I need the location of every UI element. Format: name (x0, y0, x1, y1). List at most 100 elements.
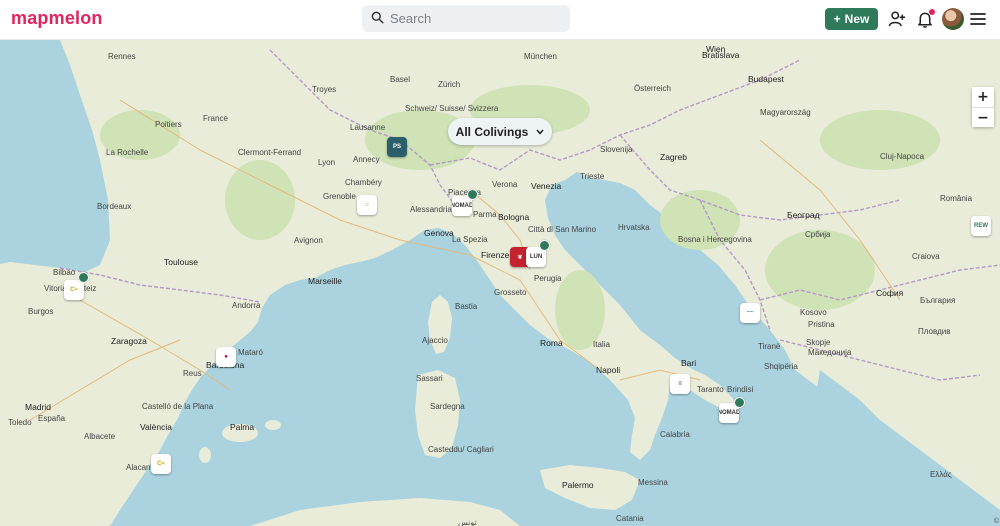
place-palma: Palma (230, 422, 255, 432)
cluster-pin-alessandria[interactable] (467, 189, 478, 200)
place-ellas: Ελλάς (930, 470, 952, 479)
place-craiova: Craiova (912, 252, 940, 261)
place-plovdiv: Пловдив (918, 327, 951, 336)
place-bilbao: Bilbao (53, 268, 76, 277)
place-basel: Basel (390, 75, 411, 84)
place-slovenija: Slovenija (600, 145, 633, 154)
place-cagliari: Casteddu/ Cagliari (428, 445, 494, 454)
place-ajaccio: Ajaccio (422, 336, 448, 345)
zoom-out-button[interactable]: − (972, 107, 994, 127)
place-albacete: Albacete (84, 432, 116, 441)
place-larochelle: La Rochelle (106, 148, 149, 157)
place-romania: România (940, 194, 973, 203)
coliving-filter-dropdown[interactable]: All Colivings (448, 118, 552, 145)
zoom-in-button[interactable]: + (972, 87, 994, 107)
place-kosovo: Kosovo (800, 308, 827, 317)
new-button-label: New (844, 12, 870, 26)
place-poitiers: Poitiers (155, 120, 182, 129)
place-bordeaux: Bordeaux (97, 202, 132, 211)
map-view[interactable]: Rennes Troyes Basel Zürich Schweiz/ Suis… (0, 40, 1000, 526)
place-lyon: Lyon (318, 158, 336, 167)
search-input[interactable] (390, 7, 560, 30)
place-alicante: Alacant (126, 463, 153, 472)
place-shqiperia: Shqipëria (764, 362, 798, 371)
place-firenze: Firenze (481, 250, 510, 260)
marker-bulgaria-coliving[interactable]: REW (971, 216, 991, 236)
place-sardegna: Sardegna (430, 402, 465, 411)
place-makedonija: Македонија (808, 348, 852, 357)
hamburger-menu-icon (970, 13, 986, 25)
place-grosseto: Grosseto (494, 288, 527, 297)
place-clermont: Clermont-Ferrand (238, 148, 302, 157)
search-box[interactable] (362, 5, 570, 32)
marker-alicante-coliving[interactable]: C≈ (151, 454, 171, 474)
place-ostereich: Österreich (634, 84, 671, 93)
marker-chambery-coliving[interactable]: ☼ (357, 195, 377, 215)
place-toulouse: Toulouse (164, 257, 199, 267)
place-budapest: Budapest (748, 74, 784, 84)
place-avignon: Avignon (294, 236, 323, 245)
place-bari: Bari (681, 358, 697, 368)
marker-albania-coliving[interactable]: ~~ (740, 303, 760, 323)
notifications-button[interactable] (914, 8, 936, 30)
place-reus: Reus (183, 369, 202, 378)
place-calabria: Calabria (660, 430, 690, 439)
new-button[interactable]: + New (825, 8, 878, 30)
marker-vitoria-coliving[interactable]: C≈ (64, 280, 84, 300)
place-france: France (203, 114, 228, 123)
cluster-pin-brindisi[interactable] (734, 397, 745, 408)
place-marseille: Marseille (308, 276, 343, 286)
place-hrvatska: Hrvatska (618, 223, 650, 232)
place-annecy: Annecy (353, 155, 380, 164)
place-srbija: Србија (805, 230, 831, 239)
place-beograd: Београд (787, 210, 820, 220)
add-friend-button[interactable] (886, 8, 908, 30)
place-alessandria: Alessandria (410, 205, 452, 214)
place-italia: Italia (593, 340, 610, 349)
place-tirana: Tiranë (758, 342, 781, 351)
place-troyes: Troyes (312, 85, 337, 94)
place-skopje: Skopje (806, 338, 831, 347)
place-zaragoza: Zaragoza (111, 336, 147, 346)
user-plus-icon (888, 11, 905, 27)
cluster-pin-firenze[interactable] (539, 240, 550, 251)
filter-label: All Colivings (455, 124, 529, 139)
map-attribution[interactable]: © (994, 518, 999, 525)
place-bastia: Bastia (455, 302, 478, 311)
place-perugia: Perugia (534, 274, 562, 283)
place-zagreb: Zagreb (660, 152, 687, 162)
place-venezia: Venezia (531, 181, 562, 191)
place-messina: Messina (638, 478, 668, 487)
map-base-layer (0, 40, 1000, 526)
place-balgaria: България (920, 296, 956, 305)
marker-bari-coliving[interactable]: ≡ (670, 374, 690, 394)
place-sassari: Sassari (416, 374, 443, 383)
place-munchen: München (524, 52, 557, 61)
plus-icon: + (833, 12, 841, 26)
cluster-pin-vitoria[interactable] (78, 272, 89, 283)
place-napoli: Napoli (596, 365, 621, 375)
place-cluj: Cluj-Napoca (880, 152, 925, 161)
app-logo[interactable]: mapmelon (11, 8, 103, 29)
place-bosna: Bosna i Hercegovina (678, 235, 752, 244)
place-valencia: València (140, 422, 172, 432)
menu-button[interactable] (967, 8, 989, 30)
marker-barcelona-coliving[interactable]: ● (216, 347, 236, 367)
place-zurich: Zürich (438, 80, 461, 89)
place-parma: Parma (473, 210, 497, 219)
place-roma: Roma (540, 338, 563, 348)
place-magyar: Magyarország (760, 108, 811, 117)
place-trieste: Trieste (580, 172, 605, 181)
place-lausanne: Lausanne (350, 123, 386, 132)
search-icon (371, 11, 384, 24)
user-avatar[interactable] (942, 8, 964, 30)
top-bar: mapmelon + New (0, 0, 1000, 40)
place-catania: Catania (616, 514, 644, 523)
place-chambery: Chambéry (345, 178, 382, 187)
place-verona: Verona (492, 180, 518, 189)
place-taranto: Taranto (697, 385, 724, 394)
place-castello: Castelló de la Plana (142, 402, 214, 411)
place-madrid: Madrid (25, 402, 51, 412)
place-bologna: Bologna (498, 212, 530, 222)
marker-annecy-coliving[interactable]: PS (387, 137, 407, 157)
